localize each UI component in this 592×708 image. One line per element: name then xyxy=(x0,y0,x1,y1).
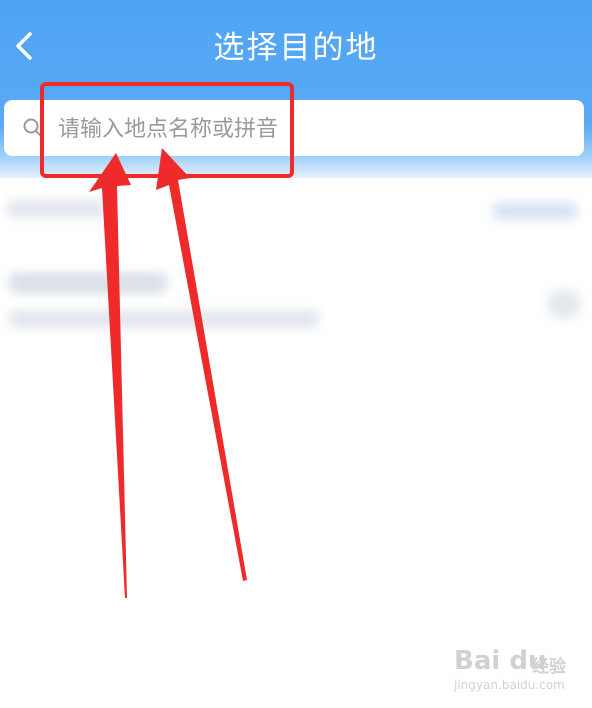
page-title: 选择目的地 xyxy=(213,30,379,66)
search-bar[interactable] xyxy=(4,100,584,156)
arrow-left xyxy=(89,153,131,598)
header-bar: 选择目的地 xyxy=(0,0,592,178)
blurred-location-detail xyxy=(8,310,320,328)
search-icon xyxy=(23,118,42,137)
blurred-section-action xyxy=(492,202,578,220)
arrow-right xyxy=(156,148,247,581)
watermark-url: jingyan.baidu.com xyxy=(454,678,565,692)
watermark-jingyan: 经验 xyxy=(532,657,566,677)
watermark-logo: Bai du 经验 jingyan.baidu.com xyxy=(454,644,584,700)
blurred-location-name[interactable] xyxy=(8,272,168,294)
blurred-section-header xyxy=(6,200,106,218)
blurred-location-icon[interactable] xyxy=(548,290,580,318)
search-input[interactable] xyxy=(56,108,560,150)
